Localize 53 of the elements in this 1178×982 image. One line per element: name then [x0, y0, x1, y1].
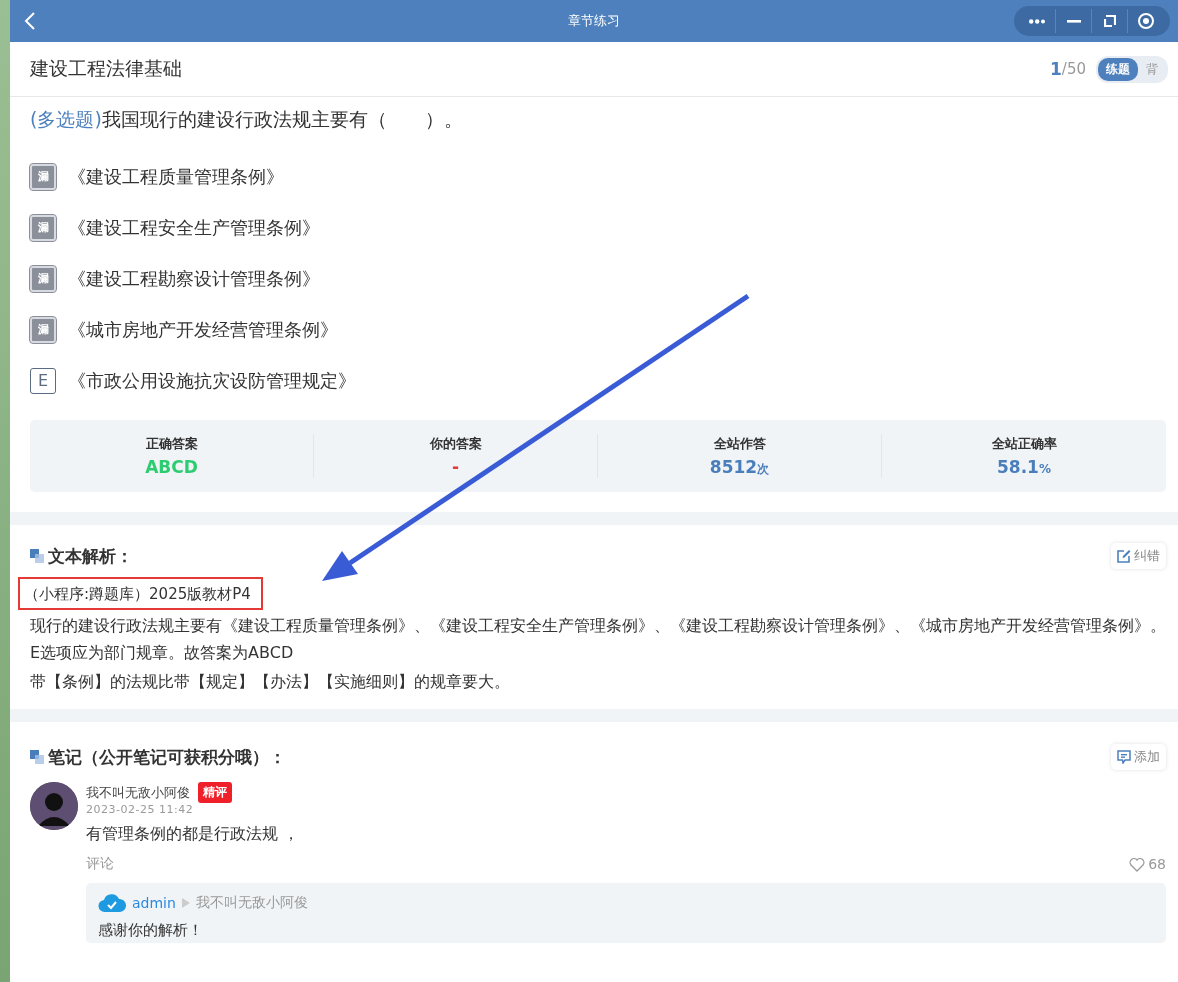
- stat-label: 全站作答: [713, 434, 766, 453]
- missed-badge: 漏: [30, 214, 56, 241]
- featured-badge: 精评: [198, 782, 232, 803]
- stat-value: 58.1%: [997, 457, 1051, 477]
- record-icon: [1138, 13, 1154, 29]
- answer-option[interactable]: E 《市政公用设施抗灾设防管理规定》: [30, 355, 1166, 406]
- stat-label: 正确答案: [145, 435, 198, 453]
- highlighted-source-text: （小程序:蹲题库）2025版教材P4: [18, 577, 263, 610]
- stat-label: 全站正确率: [991, 435, 1057, 453]
- reply-text: 感谢你的解析！: [98, 921, 204, 940]
- question-text: (多选题)我国现行的建设行政法规主要有（ ）。: [30, 107, 464, 132]
- minimize-icon: [1066, 19, 1081, 23]
- section-icon: [30, 549, 44, 563]
- missed-badge: 漏: [30, 163, 56, 190]
- section-icon: [30, 750, 44, 764]
- analysis-text: 现行的建设行政法规主要有《建设工程质量管理条例》、《建设工程安全生产管理条例》、《建设工程勘察设计管理条例》、《城市房地产开发经营管理条例》。E选项应为部门规章。故答案为ABCD: [30, 615, 1166, 664]
- missed-badge: 漏: [30, 265, 56, 292]
- like-button[interactable]: 68: [1129, 856, 1166, 872]
- note-icon: [1117, 750, 1131, 764]
- avatar-icon: [30, 782, 78, 830]
- mode-tab[interactable]: 背: [1138, 57, 1166, 81]
- report-error-button[interactable]: 纠错: [1111, 543, 1166, 569]
- verified-cloud-icon: [98, 893, 126, 913]
- analysis-text: 带【条例】的法规比带【规定】【办法】【实施细则】的规章要大。: [30, 671, 511, 693]
- question-total: /50: [1061, 60, 1086, 78]
- answer-option[interactable]: 漏 《城市房地产开发经营管理条例》: [30, 304, 1166, 355]
- answer-option[interactable]: 漏 《建设工程安全生产管理条例》: [30, 202, 1166, 253]
- mode-tab[interactable]: 练题: [1098, 57, 1138, 81]
- author-name: 我不叫无敌小阿俊: [86, 783, 190, 802]
- stat-label: 你的答案: [429, 435, 482, 453]
- section-title: 文本解析：: [48, 544, 133, 568]
- more-icon: [1029, 18, 1046, 24]
- heart-icon: [1129, 856, 1146, 872]
- question-number: 1: [1050, 59, 1062, 79]
- edit-icon: [1117, 549, 1131, 563]
- answer-option[interactable]: 漏 《建设工程勘察设计管理条例》: [30, 253, 1166, 304]
- section-title: 笔记（公开笔记可获积分哦）：: [48, 745, 286, 769]
- option-letter: E: [30, 367, 56, 394]
- note-text: 有管理条例的都是行政法规 ，: [86, 824, 301, 845]
- stat-value: ABCD: [145, 457, 198, 477]
- answer-option[interactable]: 漏 《建设工程质量管理条例》: [30, 151, 1166, 202]
- reply-target: 我不叫无敌小阿俊: [195, 894, 308, 912]
- comment-link[interactable]: 评论: [86, 855, 114, 873]
- stat-value: 8512次: [709, 456, 770, 478]
- subject-title: 建设工程法律基础: [30, 56, 182, 81]
- triangle-icon: [181, 898, 190, 908]
- reply-author[interactable]: admin: [132, 895, 176, 911]
- stat-value: -: [451, 457, 460, 477]
- note-time: 2023-02-25 11:42: [86, 803, 195, 816]
- window-title: 章节练习: [568, 13, 620, 28]
- missed-badge: 漏: [30, 316, 56, 343]
- add-note-button[interactable]: 添加: [1111, 744, 1166, 770]
- restore-icon: [1103, 15, 1116, 27]
